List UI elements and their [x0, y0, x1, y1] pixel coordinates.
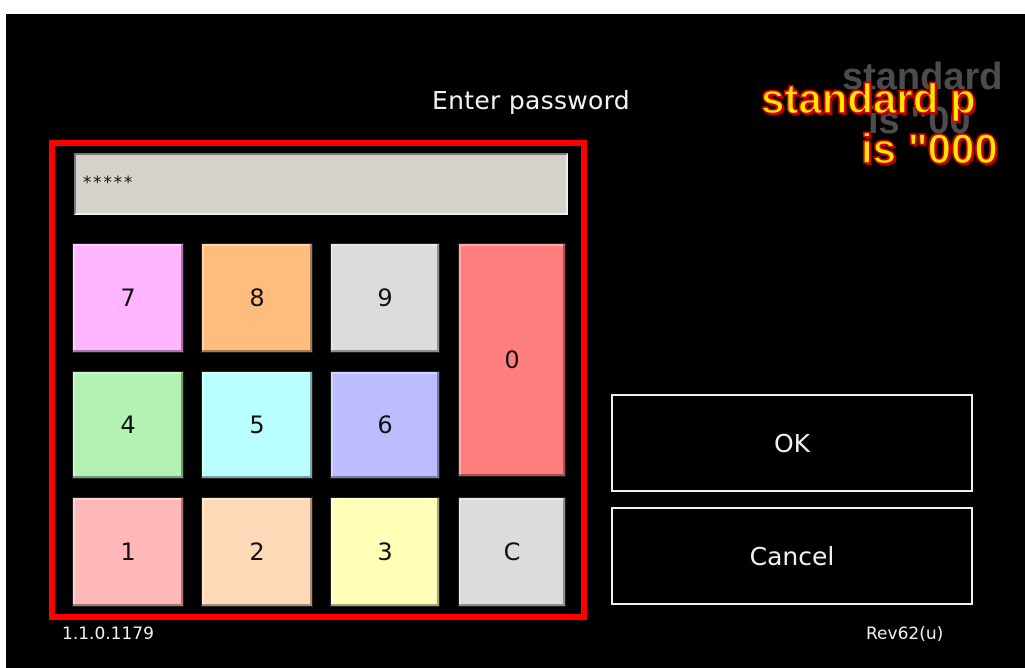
password-field[interactable]: ***** — [74, 153, 568, 215]
revision-label: Rev62(u) — [866, 624, 944, 644]
key-9-button[interactable]: 9 — [330, 243, 440, 353]
dialog-title: Enter password — [432, 86, 630, 115]
key-1-button[interactable]: 1 — [72, 497, 184, 607]
ok-button[interactable]: OK — [611, 394, 973, 492]
cancel-button[interactable]: Cancel — [611, 507, 973, 605]
screen: Enter password standard is "00 standard … — [0, 0, 1025, 668]
key-6-button[interactable]: 6 — [330, 371, 440, 479]
annotation-line1: standard p — [760, 75, 976, 122]
key-2-button[interactable]: 2 — [201, 497, 313, 607]
key-0-button[interactable]: 0 — [458, 243, 566, 477]
annotation-line2: is "000 — [860, 125, 998, 172]
key-5-button[interactable]: 5 — [201, 371, 313, 479]
clear-button[interactable]: C — [458, 497, 566, 607]
key-3-button[interactable]: 3 — [330, 497, 440, 607]
key-8-button[interactable]: 8 — [201, 243, 313, 353]
key-7-button[interactable]: 7 — [72, 243, 184, 353]
key-4-button[interactable]: 4 — [72, 371, 184, 479]
overlay-annotation: standard is "00 standard p is "000 — [760, 58, 1025, 188]
version-label: 1.1.0.1179 — [62, 624, 154, 644]
